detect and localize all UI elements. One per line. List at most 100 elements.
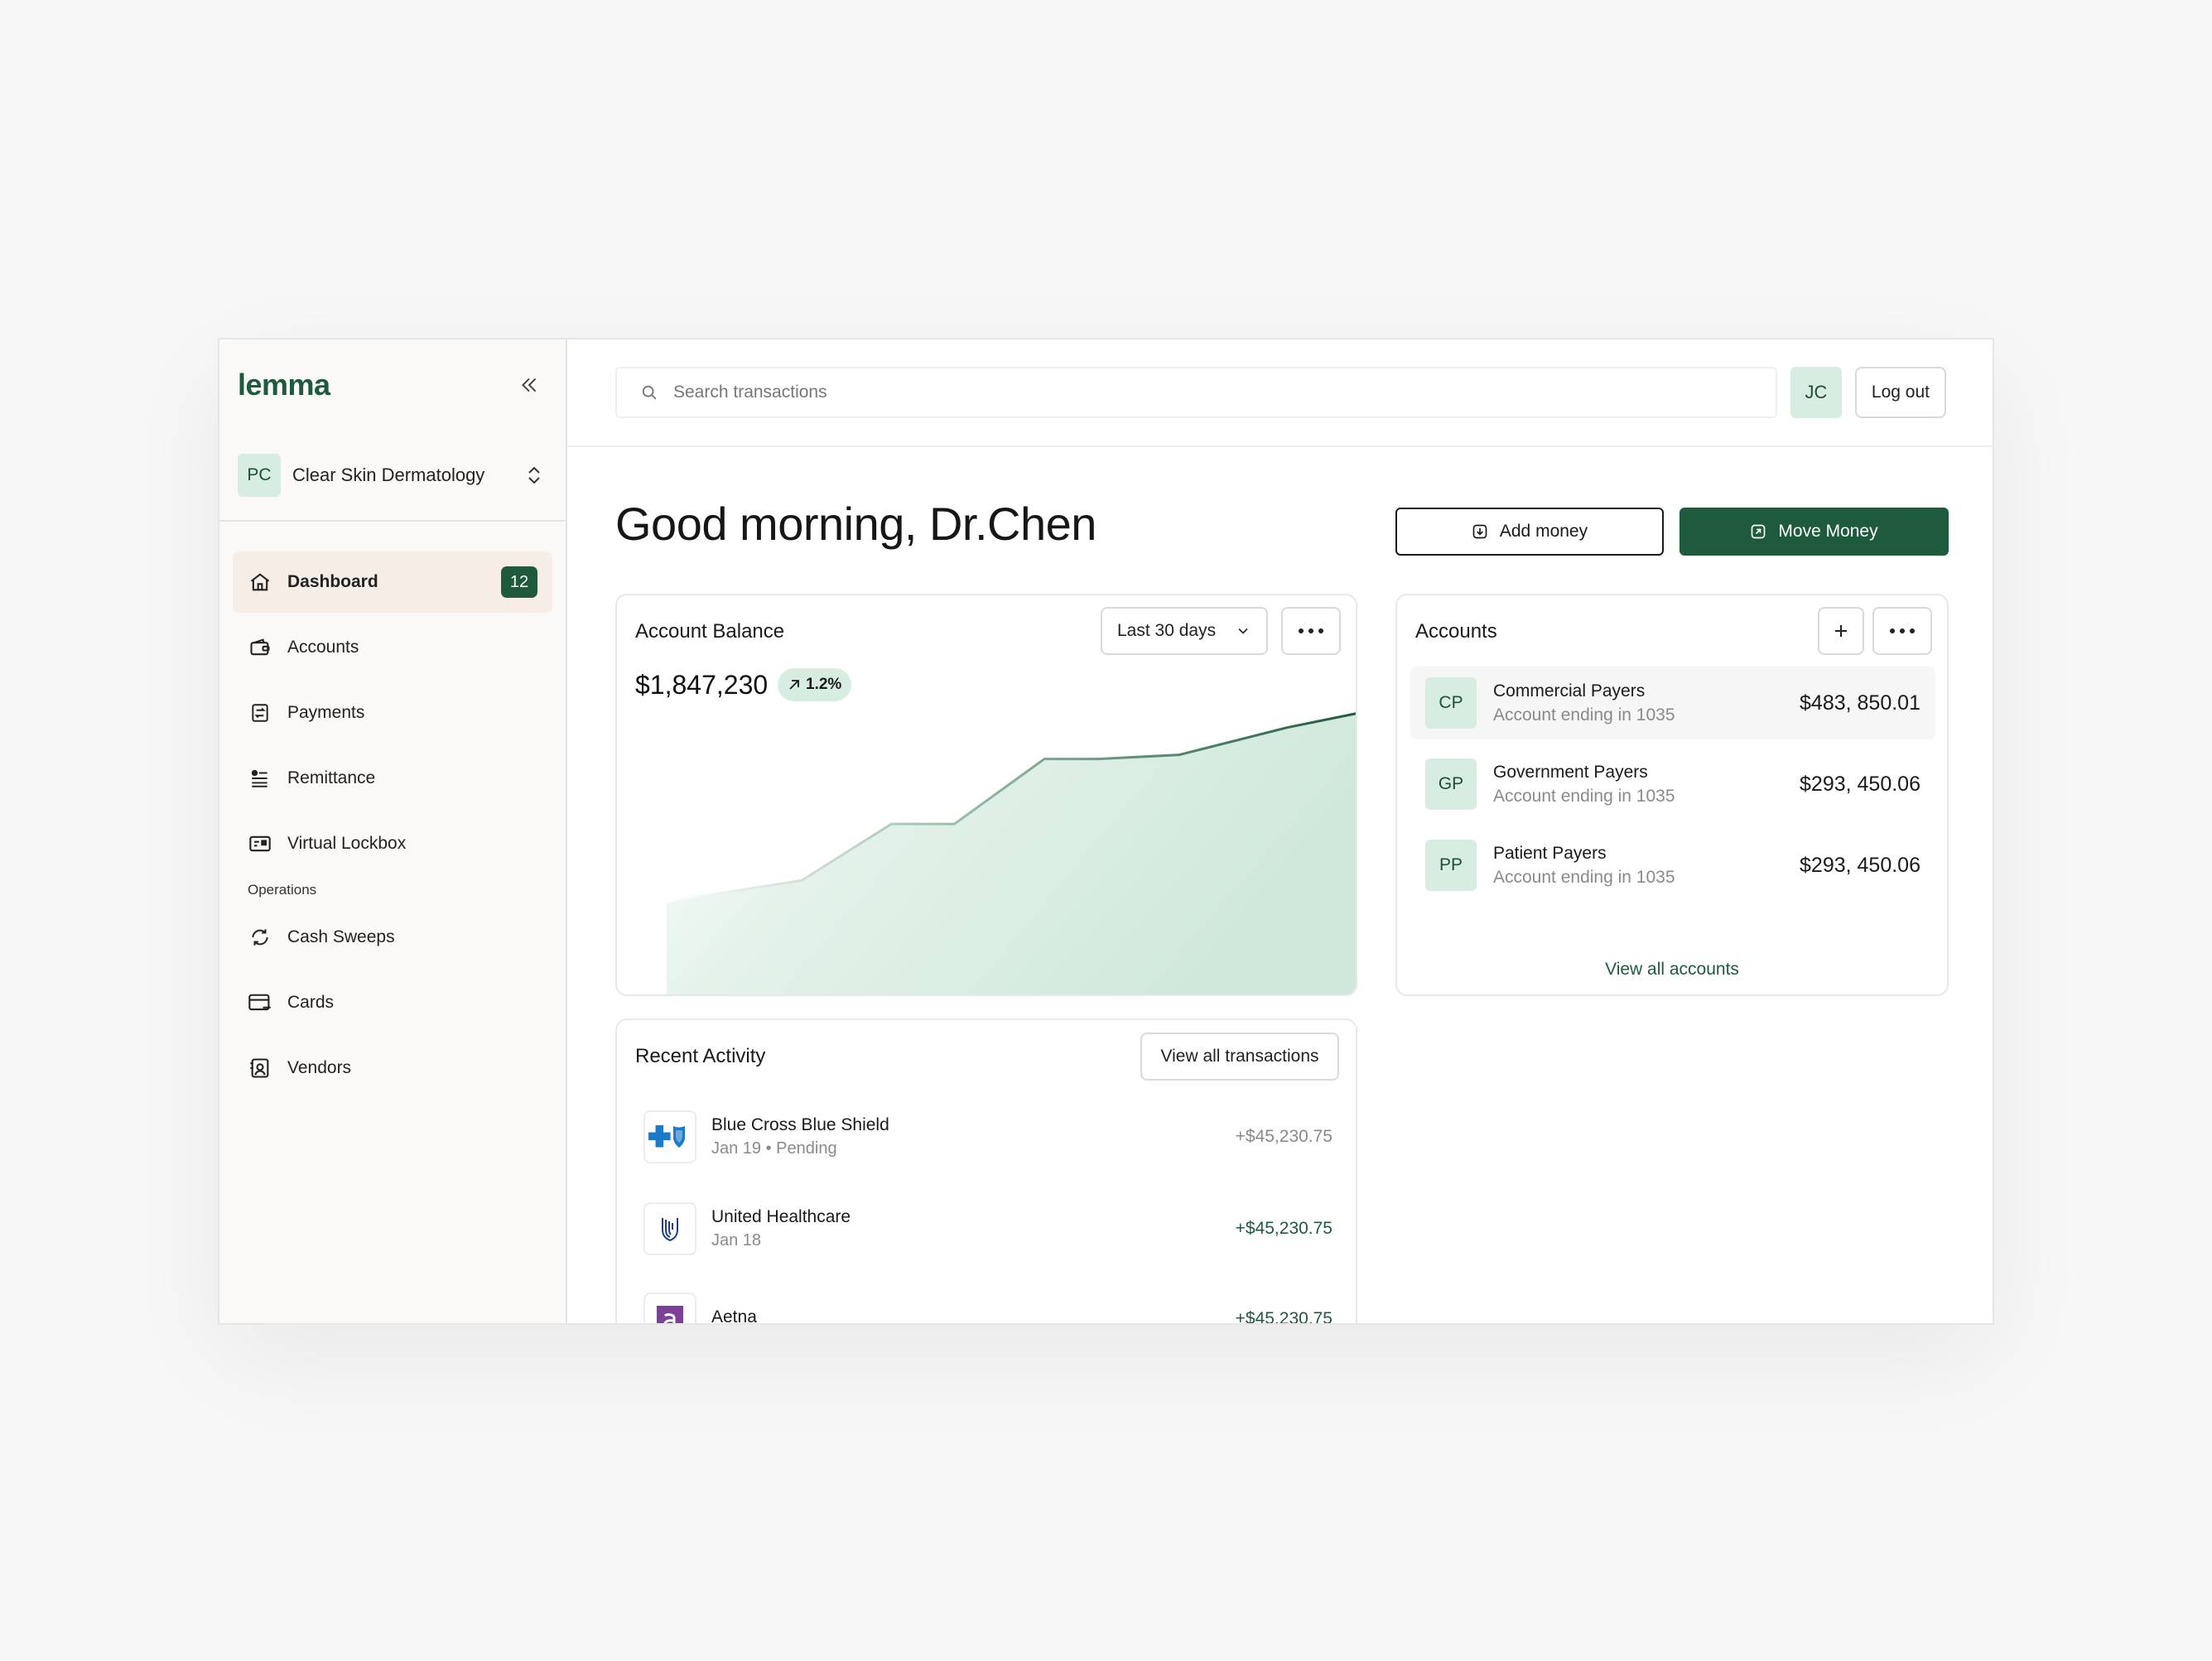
transaction-info: Aetna — [711, 1307, 1221, 1324]
bcbs-logo-icon — [643, 1110, 696, 1163]
transaction-date: Jan 19 • Pending — [711, 1139, 837, 1158]
page-title: Good morning, Dr.Chen — [615, 498, 1096, 550]
accounts-card: Accounts CP Commercial Payers Account en… — [1395, 594, 1949, 996]
accounts-more-button[interactable] — [1872, 607, 1932, 655]
account-name: Patient Payers — [1493, 843, 1607, 863]
home-icon — [248, 570, 272, 595]
add-money-label: Add money — [1499, 522, 1588, 541]
account-subtitle: Account ending in 1035 — [1493, 867, 1675, 887]
search-icon — [642, 385, 657, 400]
arrow-up-right-icon — [789, 680, 799, 690]
wallet-icon — [248, 635, 272, 660]
sidebar-item-label: Virtual Lockbox — [287, 834, 407, 853]
sidebar-item-cards[interactable]: Cards — [233, 972, 552, 1033]
transaction-amount: +$45,230.75 — [1235, 1219, 1333, 1238]
notification-badge: 12 — [501, 566, 537, 598]
lockbox-icon — [248, 831, 272, 856]
sidebar-nav: Dashboard 12 Accounts Payments Remittanc… — [219, 522, 566, 1099]
balance-area-chart — [666, 712, 1356, 994]
sidebar-item-cash-sweeps[interactable]: Cash Sweeps — [233, 907, 552, 968]
account-info: Government Payers Account ending in 1035 — [1493, 763, 1783, 806]
balance-more-button[interactable] — [1281, 607, 1341, 655]
topbar: JC Log out — [567, 339, 1993, 447]
sidebar-item-label: Remittance — [287, 768, 376, 787]
download-icon — [1472, 524, 1487, 539]
chart-area — [667, 713, 1356, 994]
transaction-payer: United Healthcare — [711, 1207, 851, 1226]
transaction-info: Blue Cross Blue Shield Jan 19 • Pending — [711, 1115, 1221, 1158]
transfer-icon — [248, 701, 272, 725]
account-avatar: CP — [1425, 677, 1477, 729]
chevron-up-down-icon — [521, 459, 547, 492]
vendor-icon — [248, 1056, 272, 1081]
sidebar-item-label: Cash Sweeps — [287, 927, 395, 946]
recent-activity-card: Recent Activity View all transactions Bl… — [615, 1018, 1357, 1325]
united-healthcare-logo-icon — [643, 1202, 696, 1255]
sidebar-item-accounts[interactable]: Accounts — [233, 617, 552, 678]
account-row[interactable]: CP Commercial Payers Account ending in 1… — [1410, 667, 1935, 739]
search-bar[interactable] — [615, 367, 1777, 418]
transaction-date: Jan 18 — [711, 1231, 762, 1249]
balance-value: $1,847,230 — [635, 670, 769, 700]
add-money-button[interactable]: Add money — [1395, 508, 1664, 556]
account-row[interactable]: PP Patient Payers Account ending in 1035… — [1410, 829, 1935, 902]
sidebar-item-label: Cards — [287, 993, 335, 1012]
sidebar: lemma PC Clear Skin Dermatology Dashboar… — [219, 339, 567, 1323]
sidebar-item-virtual-lockbox[interactable]: Virtual Lockbox — [233, 813, 552, 874]
date-range-value: Last 30 days — [1117, 621, 1217, 640]
more-horizontal-icon — [1299, 628, 1323, 633]
view-all-transactions-button[interactable]: View all transactions — [1140, 1033, 1339, 1081]
double-chevron-left-icon — [522, 378, 537, 392]
transaction-amount: +$45,230.75 — [1235, 1309, 1333, 1325]
account-avatar: GP — [1425, 758, 1477, 810]
user-avatar[interactable]: JC — [1790, 367, 1842, 418]
org-name: Clear Skin Dermatology — [292, 465, 485, 485]
more-horizontal-icon — [1890, 628, 1915, 633]
view-all-accounts-link[interactable]: View all accounts — [1397, 960, 1947, 980]
add-account-button[interactable] — [1818, 607, 1864, 655]
account-row[interactable]: GP Government Payers Account ending in 1… — [1410, 748, 1935, 821]
transaction-info: United Healthcare Jan 18 — [711, 1207, 1221, 1250]
sidebar-item-payments[interactable]: Payments — [233, 682, 552, 744]
sidebar-item-label: Accounts — [287, 638, 359, 657]
account-subtitle: Account ending in 1035 — [1493, 705, 1675, 725]
transaction-row[interactable]: United Healthcare Jan 18 +$45,230.75 — [643, 1200, 1333, 1258]
logout-button[interactable]: Log out — [1854, 367, 1946, 418]
balance-change-value: 1.2% — [806, 676, 842, 693]
aetna-logo-icon — [643, 1293, 696, 1323]
card-icon — [248, 990, 272, 1015]
search-input[interactable] — [673, 383, 1752, 402]
sidebar-item-vendors[interactable]: Vendors — [233, 1038, 552, 1099]
main-content: JC Log out Good morning, Dr.Chen Add mon… — [567, 339, 1993, 1323]
transaction-row[interactable]: Blue Cross Blue Shield Jan 19 • Pending … — [643, 1108, 1333, 1166]
sidebar-item-label: Vendors — [287, 1058, 352, 1077]
move-money-label: Move Money — [1778, 522, 1878, 541]
account-amount: $293, 450.06 — [1800, 772, 1920, 796]
sidebar-item-dashboard[interactable]: Dashboard 12 — [233, 551, 552, 613]
transaction-row[interactable]: Aetna +$45,230.75 — [643, 1290, 1333, 1325]
org-avatar: PC — [238, 454, 281, 497]
sidebar-item-remittance[interactable]: Remittance — [233, 748, 552, 809]
account-info: Commercial Payers Account ending in 1035 — [1493, 681, 1783, 725]
account-amount: $293, 450.06 — [1800, 853, 1920, 877]
org-switcher[interactable]: PC Clear Skin Dermatology — [219, 431, 566, 522]
activity-card-title: Recent Activity — [635, 1045, 766, 1067]
account-name: Government Payers — [1493, 762, 1648, 782]
account-amount: $483, 850.01 — [1800, 691, 1920, 715]
account-name: Commercial Payers — [1493, 681, 1646, 701]
date-range-select[interactable]: Last 30 days — [1101, 607, 1268, 655]
transaction-payer: Blue Cross Blue Shield — [711, 1115, 889, 1134]
arrow-up-right-icon — [1752, 524, 1766, 539]
account-subtitle: Account ending in 1035 — [1493, 786, 1675, 806]
plus-icon — [1835, 625, 1847, 637]
balance-card-title: Account Balance — [635, 620, 785, 643]
nav-section-label: Operations — [248, 882, 317, 898]
account-info: Patient Payers Account ending in 1035 — [1493, 844, 1783, 888]
move-money-button[interactable]: Move Money — [1679, 508, 1949, 556]
brand-row: lemma — [219, 339, 566, 431]
account-avatar: PP — [1425, 840, 1477, 891]
sidebar-item-label: Payments — [287, 703, 365, 722]
refresh-icon — [248, 925, 272, 950]
brand-logo: lemma — [238, 368, 330, 402]
collapse-sidebar-button[interactable] — [513, 368, 546, 402]
